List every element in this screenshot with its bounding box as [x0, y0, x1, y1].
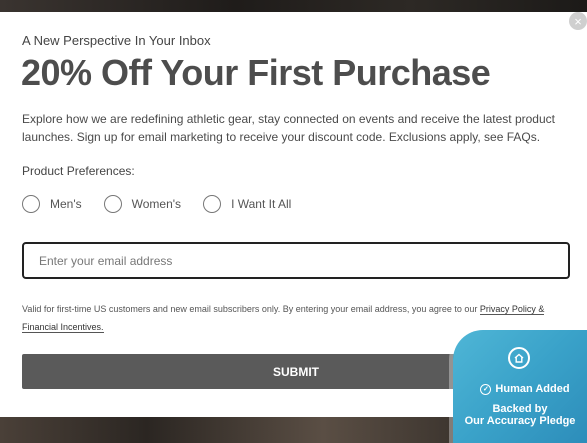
preference-label: I Want It All	[231, 197, 292, 211]
badge-line-1: Backed by	[492, 403, 548, 415]
modal-eyebrow: A New Perspective In Your Inbox	[22, 33, 211, 48]
badge-subtitle: Backed by Our Accuracy Pledge	[453, 403, 587, 427]
radio-button[interactable]	[22, 195, 40, 213]
background-image-top	[0, 0, 587, 12]
preference-label: Men's	[50, 197, 82, 211]
preferences-label: Product Preferences:	[22, 164, 135, 178]
human-added-badge[interactable]: ✓ Human Added Backed by Our Accuracy Ple…	[453, 330, 587, 443]
radio-button[interactable]	[103, 195, 122, 213]
badge-line-2: Our Accuracy Pledge	[464, 415, 576, 427]
badge-title: ✓ Human Added	[465, 383, 585, 395]
badge-title-text: Human Added	[495, 383, 570, 395]
close-icon[interactable]: ×	[569, 12, 587, 30]
preference-option-womens[interactable]: Women's	[103, 195, 182, 213]
preference-option-all[interactable]: I Want It All	[203, 195, 291, 213]
home-icon	[508, 347, 530, 369]
legal-text: Valid for first-time US customers and ne…	[22, 304, 480, 314]
radio-button[interactable]	[203, 195, 222, 213]
check-circle-icon: ✓	[480, 383, 492, 395]
preference-option-mens[interactable]: Men's	[22, 195, 82, 213]
preferences-group: Men's Women's I Want It All	[22, 193, 313, 215]
preference-label: Women's	[131, 197, 182, 211]
email-field[interactable]	[22, 242, 570, 279]
modal-description: Explore how we are redefining athletic g…	[22, 112, 555, 144]
modal-headline: 20% Off Your First Purchase	[21, 52, 491, 93]
